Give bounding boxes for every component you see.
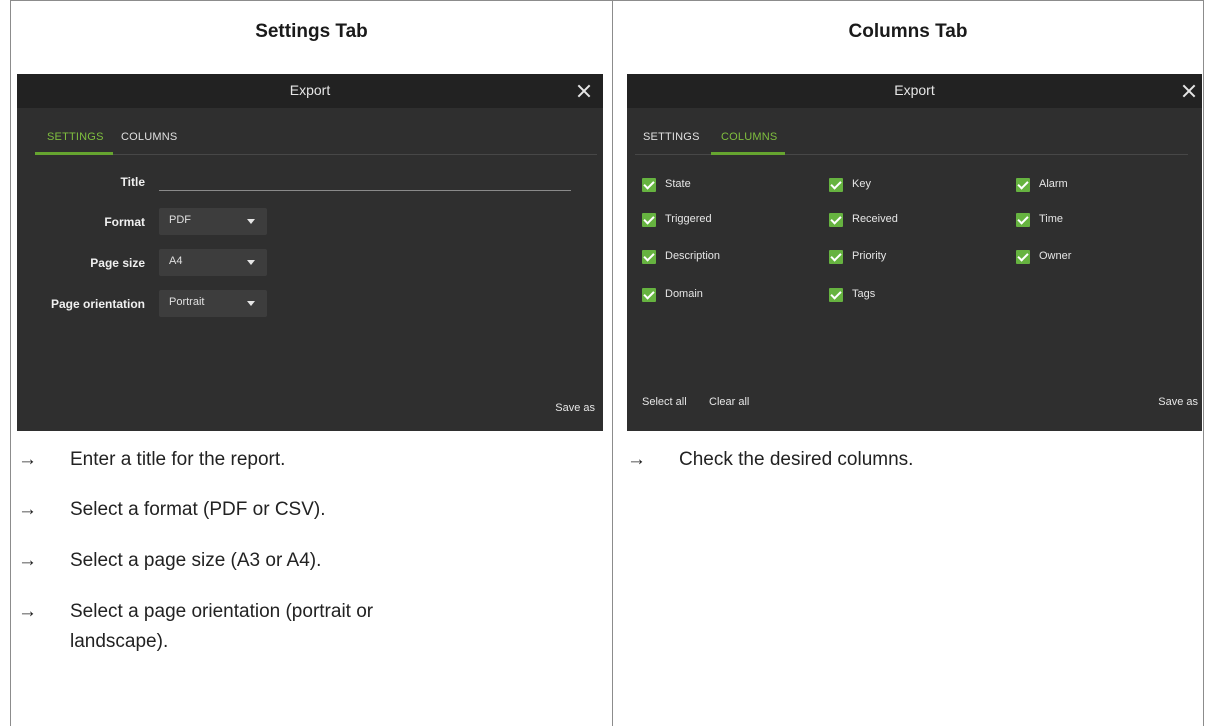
clear-all-button[interactable]: Clear all (709, 396, 749, 408)
checkbox-label: Description (665, 250, 721, 262)
checkbox-checked-icon (829, 250, 843, 264)
columns-column: Columns Tab Export SETTINGS COLUMNS Stat… (613, 1, 1203, 726)
tab-divider (35, 154, 597, 155)
checkbox-label: Key (852, 178, 871, 190)
right-arrow-icon: → (627, 449, 646, 470)
dialog-title: Export (289, 82, 331, 98)
checkbox-label: Time (1039, 213, 1064, 225)
save-as-button[interactable]: Save as (1158, 396, 1198, 408)
bullet-text: Select a page size (A3 or A4). (70, 550, 322, 571)
checkbox-checked-icon (642, 288, 656, 302)
checkbox-checked-icon (1016, 178, 1030, 192)
title-input[interactable] (159, 190, 571, 191)
tab-columns[interactable]: COLUMNS (721, 131, 777, 143)
orientation-label: Page orientation (50, 297, 145, 311)
bullet-text: Enter a title for the report. (70, 449, 286, 470)
checkbox-checked-icon (829, 288, 843, 302)
format-select[interactable]: PDF (159, 208, 267, 235)
format-label: Format (104, 215, 145, 229)
caret-down-icon (247, 301, 255, 306)
select-all-button[interactable]: Select all (642, 396, 687, 408)
settings-column-heading: Settings Tab (255, 21, 368, 42)
tab-settings[interactable]: SETTINGS (47, 131, 104, 143)
right-arrow-icon: → (18, 499, 37, 520)
save-as-button[interactable]: Save as (555, 402, 595, 414)
title-label: Title (120, 175, 145, 189)
bullet-text: Select a page orientation (portrait or l… (70, 601, 374, 652)
right-arrow-icon: → (18, 601, 37, 622)
caret-down-icon (247, 260, 255, 265)
orientation-select[interactable]: Portrait (159, 290, 267, 317)
columns-column-heading: Columns Tab (848, 21, 968, 42)
checkbox-label: Tags (852, 288, 876, 300)
checkbox-label: Triggered (665, 213, 712, 225)
page-size-value: A4 (169, 255, 183, 267)
dialog-titlebar: Export (17, 74, 603, 108)
checkbox-checked-icon (829, 213, 843, 227)
checkbox-checked-icon (829, 178, 843, 192)
checkbox-label: State (665, 178, 691, 190)
checkbox-label: Alarm (1039, 178, 1068, 190)
checkbox-checked-icon (642, 213, 656, 227)
right-arrow-icon: → (18, 550, 37, 571)
checkbox-checked-icon (642, 250, 656, 264)
tab-columns[interactable]: COLUMNS (121, 131, 177, 143)
checkbox-checked-icon (642, 178, 656, 192)
close-icon[interactable] (573, 74, 595, 108)
settings-column: Settings Tab Export SETTINGS COLUMNS Tit… (11, 1, 613, 726)
checkbox-label: Received (852, 213, 898, 225)
checkbox-checked-icon (1016, 250, 1030, 264)
checkbox-label: Owner (1039, 250, 1072, 262)
format-value: PDF (169, 214, 191, 226)
page-size-select[interactable]: A4 (159, 249, 267, 276)
active-tab-indicator (35, 152, 113, 155)
right-arrow-icon: → (18, 449, 37, 470)
caret-down-icon (247, 219, 255, 224)
orientation-value: Portrait (169, 296, 205, 308)
export-dialog-columns: Export SETTINGS COLUMNS State Key Alarm (627, 74, 1202, 431)
dialog-title: Export (894, 82, 935, 98)
checkbox-label: Priority (852, 250, 887, 262)
bullet-text: Select a format (PDF or CSV). (70, 499, 326, 520)
close-icon[interactable] (1178, 74, 1200, 108)
bullet-text: Check the desired columns. (679, 449, 914, 470)
instruction-table: Settings Tab Export SETTINGS COLUMNS Tit… (10, 0, 1204, 726)
active-tab-indicator (711, 152, 785, 155)
page-size-label: Page size (90, 256, 145, 270)
tab-settings[interactable]: SETTINGS (643, 131, 700, 143)
export-dialog-settings: Export SETTINGS COLUMNS Title Format PDF… (17, 74, 603, 431)
dialog-titlebar: Export (627, 74, 1202, 108)
checkbox-checked-icon (1016, 213, 1030, 227)
checkbox-label: Domain (665, 288, 703, 300)
